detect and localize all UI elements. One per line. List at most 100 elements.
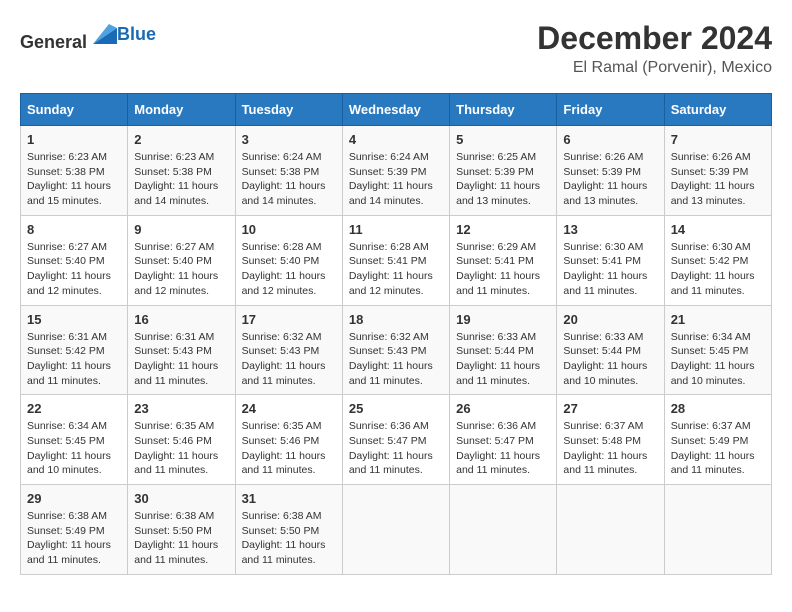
day-number: 22 (27, 401, 121, 416)
calendar-cell (664, 485, 771, 575)
cell-content: Sunrise: 6:38 AMSunset: 5:50 PMDaylight:… (134, 510, 218, 566)
calendar-week-row: 15 Sunrise: 6:31 AMSunset: 5:42 PMDaylig… (21, 305, 772, 395)
day-number: 30 (134, 491, 228, 506)
day-number: 19 (456, 312, 550, 327)
day-number: 6 (563, 132, 657, 147)
calendar-cell: 22 Sunrise: 6:34 AMSunset: 5:45 PMDaylig… (21, 395, 128, 485)
day-number: 9 (134, 222, 228, 237)
cell-content: Sunrise: 6:27 AMSunset: 5:40 PMDaylight:… (27, 241, 111, 297)
day-number: 12 (456, 222, 550, 237)
day-number: 5 (456, 132, 550, 147)
calendar-cell: 23 Sunrise: 6:35 AMSunset: 5:46 PMDaylig… (128, 395, 235, 485)
calendar-cell: 26 Sunrise: 6:36 AMSunset: 5:47 PMDaylig… (450, 395, 557, 485)
cell-content: Sunrise: 6:27 AMSunset: 5:40 PMDaylight:… (134, 241, 218, 297)
calendar-cell: 11 Sunrise: 6:28 AMSunset: 5:41 PMDaylig… (342, 215, 449, 305)
day-number: 16 (134, 312, 228, 327)
calendar-cell: 30 Sunrise: 6:38 AMSunset: 5:50 PMDaylig… (128, 485, 235, 575)
calendar-cell: 9 Sunrise: 6:27 AMSunset: 5:40 PMDayligh… (128, 215, 235, 305)
calendar-cell (450, 485, 557, 575)
day-number: 28 (671, 401, 765, 416)
cell-content: Sunrise: 6:35 AMSunset: 5:46 PMDaylight:… (242, 420, 326, 476)
day-number: 29 (27, 491, 121, 506)
day-number: 10 (242, 222, 336, 237)
calendar-cell: 21 Sunrise: 6:34 AMSunset: 5:45 PMDaylig… (664, 305, 771, 395)
cell-content: Sunrise: 6:32 AMSunset: 5:43 PMDaylight:… (349, 331, 433, 387)
cell-content: Sunrise: 6:33 AMSunset: 5:44 PMDaylight:… (456, 331, 540, 387)
day-number: 31 (242, 491, 336, 506)
calendar-cell: 3 Sunrise: 6:24 AMSunset: 5:38 PMDayligh… (235, 126, 342, 216)
cell-content: Sunrise: 6:30 AMSunset: 5:41 PMDaylight:… (563, 241, 647, 297)
day-number: 11 (349, 222, 443, 237)
cell-content: Sunrise: 6:26 AMSunset: 5:39 PMDaylight:… (671, 151, 755, 207)
calendar-cell: 28 Sunrise: 6:37 AMSunset: 5:49 PMDaylig… (664, 395, 771, 485)
day-number: 8 (27, 222, 121, 237)
calendar-week-row: 22 Sunrise: 6:34 AMSunset: 5:45 PMDaylig… (21, 395, 772, 485)
calendar-cell: 2 Sunrise: 6:23 AMSunset: 5:38 PMDayligh… (128, 126, 235, 216)
calendar-cell: 19 Sunrise: 6:33 AMSunset: 5:44 PMDaylig… (450, 305, 557, 395)
day-number: 15 (27, 312, 121, 327)
calendar-cell (557, 485, 664, 575)
day-number: 26 (456, 401, 550, 416)
day-number: 2 (134, 132, 228, 147)
calendar-week-row: 29 Sunrise: 6:38 AMSunset: 5:49 PMDaylig… (21, 485, 772, 575)
cell-content: Sunrise: 6:28 AMSunset: 5:41 PMDaylight:… (349, 241, 433, 297)
calendar-cell: 29 Sunrise: 6:38 AMSunset: 5:49 PMDaylig… (21, 485, 128, 575)
cell-content: Sunrise: 6:30 AMSunset: 5:42 PMDaylight:… (671, 241, 755, 297)
calendar-cell (342, 485, 449, 575)
day-number: 18 (349, 312, 443, 327)
calendar-cell: 24 Sunrise: 6:35 AMSunset: 5:46 PMDaylig… (235, 395, 342, 485)
calendar-week-row: 8 Sunrise: 6:27 AMSunset: 5:40 PMDayligh… (21, 215, 772, 305)
calendar-cell: 7 Sunrise: 6:26 AMSunset: 5:39 PMDayligh… (664, 126, 771, 216)
cell-content: Sunrise: 6:29 AMSunset: 5:41 PMDaylight:… (456, 241, 540, 297)
calendar-cell: 27 Sunrise: 6:37 AMSunset: 5:48 PMDaylig… (557, 395, 664, 485)
calendar-cell: 8 Sunrise: 6:27 AMSunset: 5:40 PMDayligh… (21, 215, 128, 305)
cell-content: Sunrise: 6:26 AMSunset: 5:39 PMDaylight:… (563, 151, 647, 207)
cell-content: Sunrise: 6:23 AMSunset: 5:38 PMDaylight:… (27, 151, 111, 207)
cell-content: Sunrise: 6:31 AMSunset: 5:43 PMDaylight:… (134, 331, 218, 387)
calendar-cell: 4 Sunrise: 6:24 AMSunset: 5:39 PMDayligh… (342, 126, 449, 216)
calendar-cell: 18 Sunrise: 6:32 AMSunset: 5:43 PMDaylig… (342, 305, 449, 395)
logo-general-text: General (20, 20, 117, 53)
logo: General Blue (20, 20, 156, 53)
calendar-week-row: 1 Sunrise: 6:23 AMSunset: 5:38 PMDayligh… (21, 126, 772, 216)
day-number: 17 (242, 312, 336, 327)
weekday-header: Monday (128, 94, 235, 126)
cell-content: Sunrise: 6:25 AMSunset: 5:39 PMDaylight:… (456, 151, 540, 207)
cell-content: Sunrise: 6:35 AMSunset: 5:46 PMDaylight:… (134, 420, 218, 476)
cell-content: Sunrise: 6:32 AMSunset: 5:43 PMDaylight:… (242, 331, 326, 387)
calendar-cell: 12 Sunrise: 6:29 AMSunset: 5:41 PMDaylig… (450, 215, 557, 305)
calendar-cell: 15 Sunrise: 6:31 AMSunset: 5:42 PMDaylig… (21, 305, 128, 395)
calendar-cell: 1 Sunrise: 6:23 AMSunset: 5:38 PMDayligh… (21, 126, 128, 216)
calendar-cell: 17 Sunrise: 6:32 AMSunset: 5:43 PMDaylig… (235, 305, 342, 395)
calendar-cell: 31 Sunrise: 6:38 AMSunset: 5:50 PMDaylig… (235, 485, 342, 575)
main-title: December 2024 (537, 20, 772, 57)
header: General Blue December 2024 El Ramal (Por… (20, 20, 772, 77)
calendar-cell: 5 Sunrise: 6:25 AMSunset: 5:39 PMDayligh… (450, 126, 557, 216)
weekday-header: Tuesday (235, 94, 342, 126)
weekday-header: Friday (557, 94, 664, 126)
day-number: 1 (27, 132, 121, 147)
weekday-header: Wednesday (342, 94, 449, 126)
calendar-table: SundayMondayTuesdayWednesdayThursdayFrid… (20, 93, 772, 575)
cell-content: Sunrise: 6:38 AMSunset: 5:50 PMDaylight:… (242, 510, 326, 566)
weekday-header: Thursday (450, 94, 557, 126)
cell-content: Sunrise: 6:23 AMSunset: 5:38 PMDaylight:… (134, 151, 218, 207)
day-number: 20 (563, 312, 657, 327)
weekday-header: Sunday (21, 94, 128, 126)
calendar-cell: 16 Sunrise: 6:31 AMSunset: 5:43 PMDaylig… (128, 305, 235, 395)
cell-content: Sunrise: 6:34 AMSunset: 5:45 PMDaylight:… (27, 420, 111, 476)
weekday-header: Saturday (664, 94, 771, 126)
day-number: 25 (349, 401, 443, 416)
calendar-cell: 20 Sunrise: 6:33 AMSunset: 5:44 PMDaylig… (557, 305, 664, 395)
logo-text-general: General (20, 32, 87, 52)
cell-content: Sunrise: 6:36 AMSunset: 5:47 PMDaylight:… (456, 420, 540, 476)
cell-content: Sunrise: 6:36 AMSunset: 5:47 PMDaylight:… (349, 420, 433, 476)
cell-content: Sunrise: 6:34 AMSunset: 5:45 PMDaylight:… (671, 331, 755, 387)
day-number: 3 (242, 132, 336, 147)
cell-content: Sunrise: 6:24 AMSunset: 5:38 PMDaylight:… (242, 151, 326, 207)
day-number: 21 (671, 312, 765, 327)
calendar-cell: 6 Sunrise: 6:26 AMSunset: 5:39 PMDayligh… (557, 126, 664, 216)
calendar-cell: 14 Sunrise: 6:30 AMSunset: 5:42 PMDaylig… (664, 215, 771, 305)
day-number: 7 (671, 132, 765, 147)
cell-content: Sunrise: 6:28 AMSunset: 5:40 PMDaylight:… (242, 241, 326, 297)
